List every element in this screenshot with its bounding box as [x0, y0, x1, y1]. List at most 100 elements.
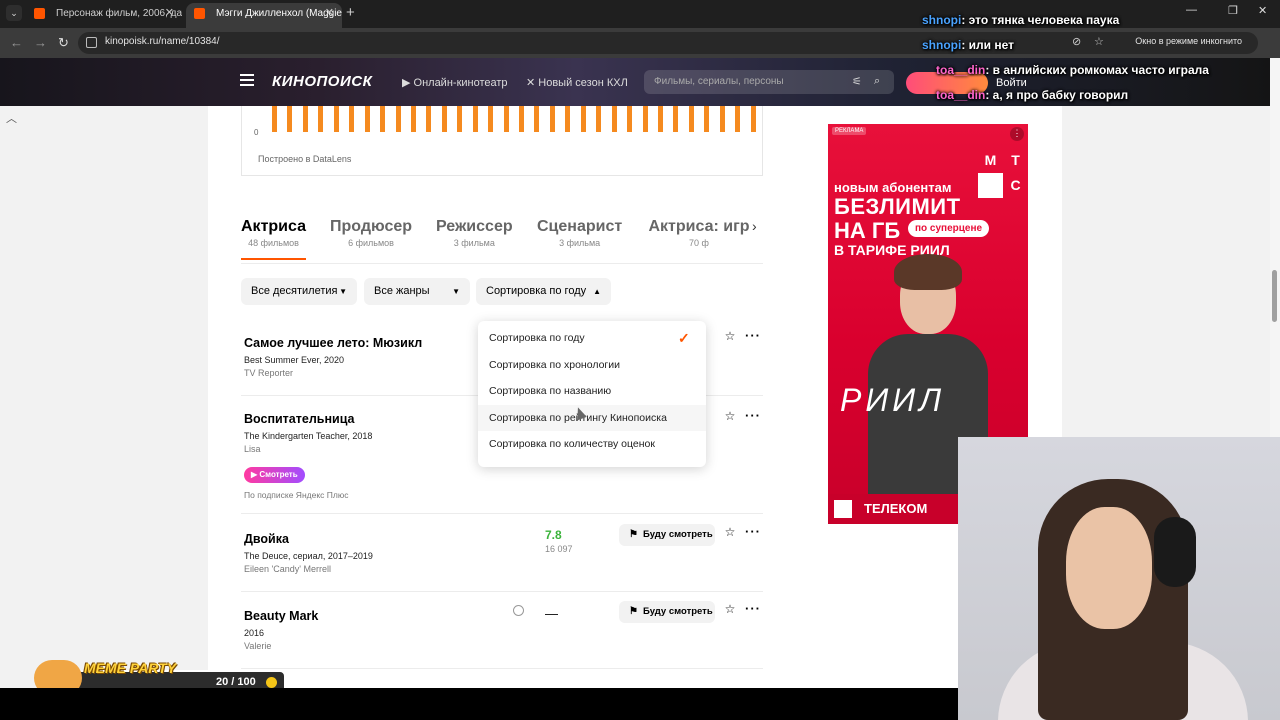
- ad-tag: РЕКЛАМА: [832, 127, 867, 135]
- ad-headline: БЕЗЛИМИТ: [834, 194, 961, 219]
- tab-director[interactable]: Режиссер 3 фильма: [436, 218, 513, 248]
- film-original-title: Best Summer Ever, 2020: [244, 355, 345, 365]
- tab-writer[interactable]: Сценарист 3 фильма: [537, 218, 622, 248]
- site-logo[interactable]: КИНОПОИСК: [272, 73, 372, 90]
- tab-actress[interactable]: Актриса 48 фильмов: [241, 218, 306, 260]
- nav-online-cinema[interactable]: ▶ Онлайн-кинотеатр: [402, 76, 508, 89]
- search-placeholder: Фильмы, сериалы, персоны: [654, 76, 784, 87]
- bottom-letterbox: [0, 688, 958, 720]
- nav-khl[interactable]: ✕ Новый сезон КХЛ: [526, 76, 628, 89]
- decades-value: Все десятилетия: [251, 285, 338, 297]
- caret-down-icon: ▼: [339, 287, 347, 296]
- chevron-up-icon[interactable]: ︿: [6, 110, 17, 126]
- tab-title: Мэгги Джилленхол (Maggie G: [216, 8, 342, 19]
- close-tab-icon[interactable]: ✕: [165, 3, 174, 24]
- chart-bar: [580, 106, 586, 132]
- sort-option-title[interactable]: Сортировка по названию: [489, 385, 611, 397]
- ad-options-icon[interactable]: ⋮: [1010, 127, 1024, 141]
- chart-bar: [596, 106, 602, 132]
- tab-producer[interactable]: Продюсер 6 фильмов: [330, 218, 412, 248]
- genres-select[interactable]: Все жанры ▼: [364, 278, 470, 305]
- caret-up-icon: ▲: [593, 287, 601, 296]
- datalens-credit: Построено в DataLens: [258, 154, 352, 164]
- more-icon[interactable]: ···: [745, 601, 761, 616]
- restore-icon[interactable]: ❐: [1228, 4, 1238, 17]
- bookmark-star-icon[interactable]: ☆: [1094, 35, 1104, 48]
- more-icon[interactable]: ···: [745, 328, 761, 343]
- sort-option-year[interactable]: Сортировка по году: [489, 332, 585, 344]
- rating-pending-icon: [513, 605, 524, 616]
- minimize-icon[interactable]: —: [1186, 4, 1197, 16]
- search-icon[interactable]: ⌕: [874, 75, 880, 88]
- watch-label: Буду смотреть: [643, 529, 713, 540]
- chart-bar: [472, 106, 478, 132]
- chevron-right-icon[interactable]: ›: [752, 218, 757, 234]
- filter-icon[interactable]: ⚟: [852, 75, 862, 88]
- star-icon[interactable]: ☆: [723, 329, 737, 347]
- sort-option-votes[interactable]: Сортировка по количеству оценок: [489, 438, 655, 450]
- eye-off-icon[interactable]: ⊘: [1072, 35, 1081, 48]
- sort-option-chronology[interactable]: Сортировка по хронологии: [489, 359, 620, 371]
- more-icon[interactable]: ···: [745, 524, 761, 539]
- tab-count: 6 фильмов: [348, 238, 394, 248]
- chat-text: : или нет: [961, 38, 1015, 52]
- role-tabs: Актриса 48 фильмов Продюсер 6 фильмов Ре…: [241, 218, 763, 264]
- kinopoisk-favicon-icon: [194, 8, 205, 19]
- close-window-icon[interactable]: ✕: [1258, 4, 1267, 17]
- incognito-label[interactable]: Окно в режиме инкогнито: [1135, 36, 1242, 46]
- mts-letter: М: [984, 152, 997, 168]
- chat-text: : а, я про бабку говорил: [985, 88, 1129, 102]
- decades-select[interactable]: Все десятилетия ▼: [241, 278, 357, 305]
- sort-value: Сортировка по году: [486, 285, 587, 297]
- film-row[interactable]: Beauty Mark 2016 Valerie — ⚑ Буду смотре…: [241, 601, 763, 669]
- want-to-watch-button[interactable]: ⚑ Буду смотреть: [619, 601, 715, 623]
- chat-message: toa__din: в анлийских ромкомах часто игр…: [936, 63, 1209, 77]
- sort-select[interactable]: Сортировка по году ▲: [476, 278, 611, 305]
- film-title[interactable]: Двойка: [244, 532, 289, 546]
- back-icon[interactable]: ←: [10, 35, 23, 50]
- chart-bar: [364, 106, 370, 132]
- scrollbar-thumb[interactable]: [1272, 270, 1277, 322]
- close-tab-icon[interactable]: ✕: [325, 3, 334, 24]
- menu-icon[interactable]: [240, 74, 254, 88]
- tab-actress-game[interactable]: Актриса: игр 70 ф: [647, 218, 751, 248]
- film-title[interactable]: Самое лучшее лето: Мюзикл: [244, 336, 422, 350]
- chat-message: toa__din: а, я про бабку говорил: [936, 88, 1128, 102]
- star-icon[interactable]: ☆: [723, 409, 737, 427]
- url-field[interactable]: kinopoisk.ru/name/10384/ ⊘ ☆ Окно в режи…: [78, 32, 1258, 54]
- watch-online-button[interactable]: ▶ Смотреть: [244, 467, 305, 483]
- star-icon[interactable]: ☆: [723, 525, 737, 543]
- more-icon[interactable]: ···: [745, 408, 761, 423]
- tab-search-icon[interactable]: ⌄: [6, 5, 22, 21]
- tab-label: Актриса: [241, 218, 306, 235]
- chart-bar: [704, 106, 710, 132]
- mts-square-icon: [834, 500, 852, 518]
- caret-down-icon: ▼: [452, 287, 460, 296]
- mts-letter: Т: [1011, 152, 1020, 168]
- chart-bar: [688, 106, 694, 132]
- new-tab-icon[interactable]: +: [346, 4, 355, 21]
- chart-bar: [380, 106, 386, 132]
- site-search-input[interactable]: Фильмы, сериалы, персоны ⚟ ⌕: [644, 70, 894, 94]
- browser-tab-active[interactable]: Мэгги Джилленхол (Maggie G ✕: [186, 3, 342, 28]
- chart-bars: [272, 106, 756, 132]
- site-info-icon[interactable]: [86, 37, 97, 48]
- tab-count: 48 фильмов: [248, 238, 299, 248]
- watch-label: Буду смотреть: [643, 606, 713, 617]
- chart-bar: [333, 106, 339, 132]
- mts-blank: [978, 173, 1003, 198]
- chart-bar: [426, 106, 432, 132]
- star-icon[interactable]: ☆: [723, 602, 737, 620]
- want-to-watch-button[interactable]: ⚑ Буду смотреть: [619, 524, 715, 546]
- chart-bar: [349, 106, 355, 132]
- film-title[interactable]: Воспитательница: [244, 412, 354, 426]
- play-label: Смотреть: [259, 470, 298, 479]
- browser-tab[interactable]: Персонаж фильм, 2006, дата с ✕: [26, 3, 182, 28]
- reload-icon[interactable]: ↻: [58, 35, 69, 51]
- chart-bar: [519, 106, 524, 132]
- forward-icon[interactable]: →: [34, 35, 47, 50]
- subscription-note: По подписке Яндекс Плюс: [244, 490, 349, 500]
- film-title[interactable]: Beauty Mark: [244, 609, 318, 623]
- chat-text: : это тянка человека паука: [961, 13, 1120, 27]
- film-row[interactable]: Двойка The Deuce, сериал, 2017–2019 Eile…: [241, 524, 763, 592]
